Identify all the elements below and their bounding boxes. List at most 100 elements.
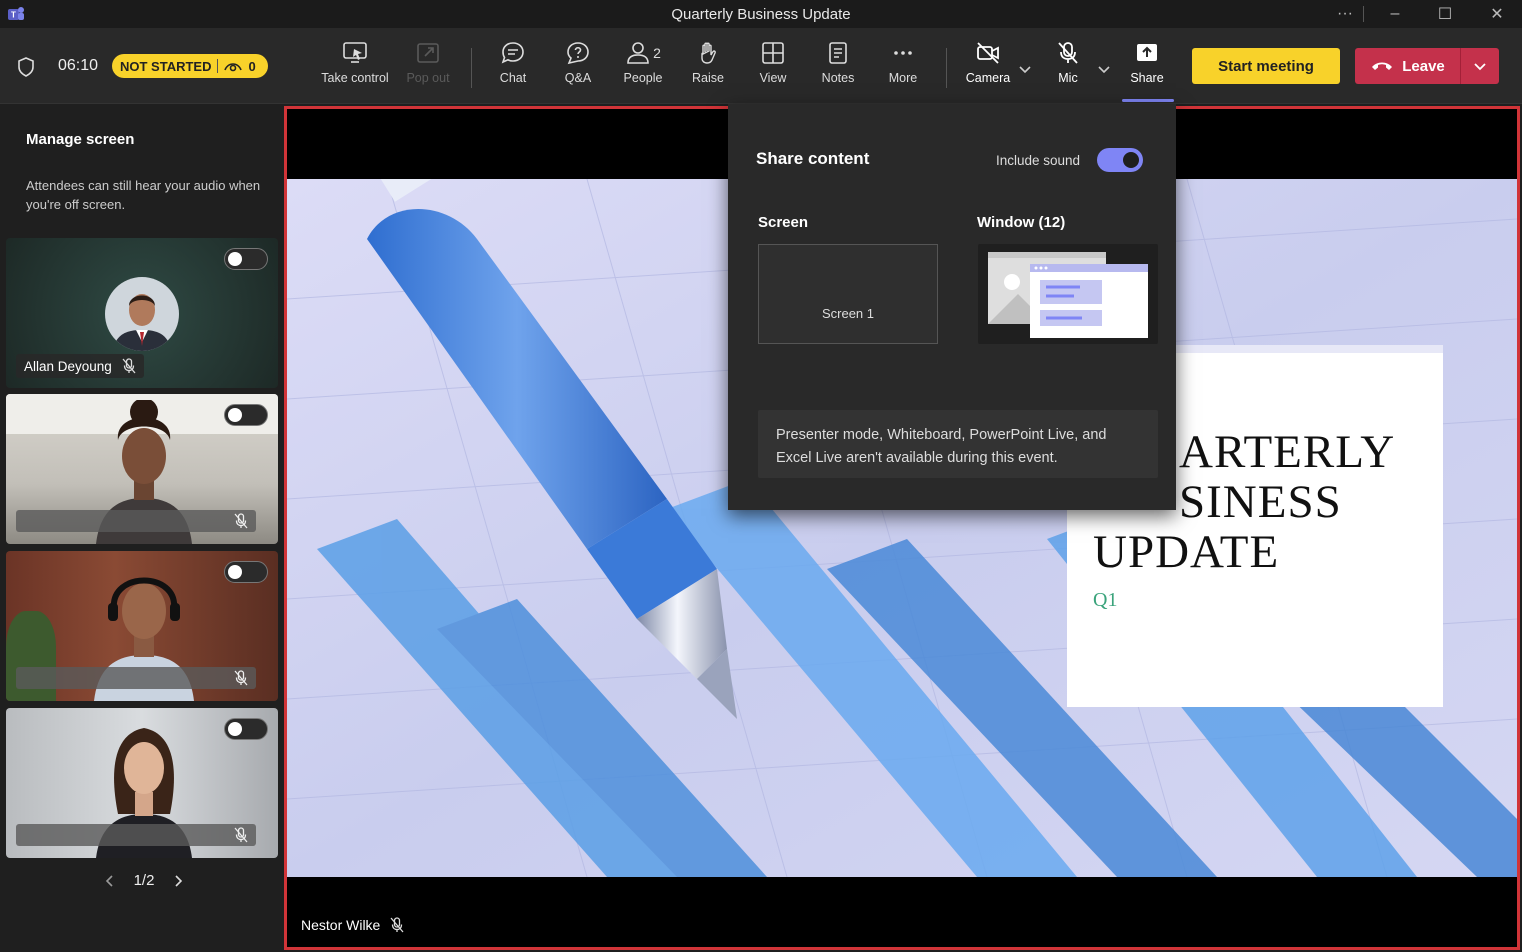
participant-tile[interactable]	[6, 708, 278, 858]
toggle-knob	[228, 565, 242, 579]
toolbar-divider	[471, 48, 472, 88]
screen-1-option[interactable]: Screen 1	[758, 244, 938, 344]
people-icon-group: 2	[625, 40, 661, 66]
maximize-icon[interactable]: ☐	[1422, 0, 1468, 28]
pop-out-label: Pop out	[406, 71, 450, 85]
include-sound-toggle[interactable]	[1097, 148, 1143, 172]
pager-label: 1/2	[133, 872, 155, 889]
manage-screen-panel: Manage screen Attendees can still hear y…	[0, 104, 282, 952]
badge-divider	[217, 59, 219, 73]
mic-label: Mic	[1058, 71, 1078, 85]
camera-off-icon	[977, 42, 999, 64]
spotlight-toggle[interactable]	[224, 404, 268, 426]
leave-options-button[interactable]	[1461, 48, 1499, 84]
chat-label: Chat	[499, 71, 527, 85]
start-meeting-button[interactable]: Start meeting	[1192, 48, 1340, 84]
share-active-indicator	[1122, 99, 1174, 102]
qa-label: Q&A	[564, 71, 592, 85]
toggle-knob	[228, 722, 242, 736]
notes-icon	[829, 42, 847, 64]
toggle-knob	[1123, 152, 1139, 168]
mic-off-icon	[234, 670, 248, 686]
avatar	[105, 277, 179, 351]
spotlight-toggle[interactable]	[224, 248, 268, 270]
more-label: More	[888, 71, 918, 85]
include-sound-label: Include sound	[996, 153, 1081, 168]
leave-button[interactable]: Leave	[1355, 48, 1461, 84]
share-content-title: Share content	[756, 149, 870, 168]
mic-off-icon	[234, 513, 248, 529]
take-control-label: Take control	[321, 71, 389, 85]
participant-tile[interactable]: Allan Deyoung	[6, 238, 278, 388]
svg-text:T: T	[11, 11, 16, 20]
window-more-icon[interactable]: ···	[1322, 0, 1368, 28]
spotlight-toggle[interactable]	[224, 718, 268, 740]
window-option[interactable]	[978, 244, 1158, 344]
raise-hand-button[interactable]: Raise	[673, 40, 743, 94]
participant-name-bar	[16, 510, 256, 532]
panel-note: Attendees can still hear your audio when…	[26, 178, 261, 212]
raise-label: Raise	[692, 71, 724, 85]
chat-button[interactable]: Chat	[478, 40, 548, 94]
window-section-label: Window (12)	[977, 214, 1066, 231]
camera-options-chevron-icon[interactable]	[1018, 62, 1032, 76]
chevron-right-icon[interactable]	[172, 874, 184, 888]
toggle-knob	[228, 252, 242, 266]
chevron-left-icon[interactable]	[104, 874, 116, 888]
notes-label: Notes	[821, 71, 855, 85]
status-badge: NOT STARTED 0	[112, 54, 268, 78]
raise-hand-icon	[701, 42, 716, 64]
camera-button[interactable]: Camera	[953, 40, 1023, 94]
view-grid-icon	[762, 42, 784, 64]
slide-title-line: UPDATE	[1093, 526, 1280, 578]
tile-pager: 1/2	[104, 872, 184, 889]
share-content-flyout: Share content Include sound Screen Windo…	[728, 104, 1176, 510]
mic-off-icon	[390, 917, 404, 933]
people-label: People	[623, 71, 663, 85]
mic-off-icon	[234, 827, 248, 843]
more-button[interactable]: More	[868, 40, 938, 94]
mic-off-icon	[122, 358, 136, 374]
window-thumbnail-icon	[988, 252, 1148, 338]
participant-name-bar	[16, 824, 256, 846]
leave-button-group: Leave	[1355, 48, 1499, 84]
status-badge-label: NOT STARTED	[120, 58, 212, 74]
participant-tile[interactable]	[6, 551, 278, 701]
screen-section-label: Screen	[758, 214, 809, 231]
share-icon	[1137, 44, 1157, 61]
participant-tile[interactable]	[6, 394, 278, 544]
panel-title: Manage screen	[26, 131, 135, 148]
mic-off-icon	[1058, 42, 1078, 64]
share-label: Share	[1130, 71, 1164, 85]
eye-icon	[224, 63, 243, 72]
mic-options-chevron-icon[interactable]	[1097, 62, 1111, 76]
mic-button[interactable]: Mic	[1033, 40, 1103, 94]
close-icon[interactable]: ✕	[1474, 0, 1520, 28]
participant-name: Allan Deyoung	[24, 358, 112, 374]
notes-button[interactable]: Notes	[803, 40, 873, 94]
screen-1-label: Screen 1	[821, 306, 875, 321]
leave-label: Leave	[1402, 57, 1445, 75]
people-button[interactable]: 2 People	[608, 40, 678, 94]
spotlight-toggle[interactable]	[224, 561, 268, 583]
shield-icon[interactable]	[16, 56, 36, 78]
meeting-toolbar: 06:10 NOT STARTED 0 Take control Pop out…	[0, 28, 1522, 104]
people-count: 2	[653, 45, 661, 61]
presenter-name: Nestor Wilke	[301, 917, 381, 933]
pop-out-button[interactable]: Pop out	[393, 40, 463, 94]
slide-subtitle: Q1	[1093, 589, 1118, 611]
meeting-timer: 06:10	[58, 57, 99, 74]
toolbar-divider	[946, 48, 947, 88]
window-title: Quarterly Business Update	[671, 5, 851, 23]
take-control-button[interactable]: Take control	[320, 40, 390, 94]
qa-button[interactable]: Q&A	[543, 40, 613, 94]
participant-name-bar	[16, 667, 256, 689]
qa-icon	[567, 42, 589, 65]
share-limitations-notice: Presenter mode, Whiteboard, PowerPoint L…	[758, 410, 1158, 478]
title-bar: T Quarterly Business Update ··· – ☐ ✕	[0, 0, 1522, 28]
camera-label: Camera	[965, 71, 1011, 85]
minimize-icon[interactable]: –	[1372, 0, 1418, 28]
share-button[interactable]: Share	[1112, 40, 1182, 94]
view-button[interactable]: View	[738, 40, 808, 94]
people-icon	[627, 42, 649, 64]
